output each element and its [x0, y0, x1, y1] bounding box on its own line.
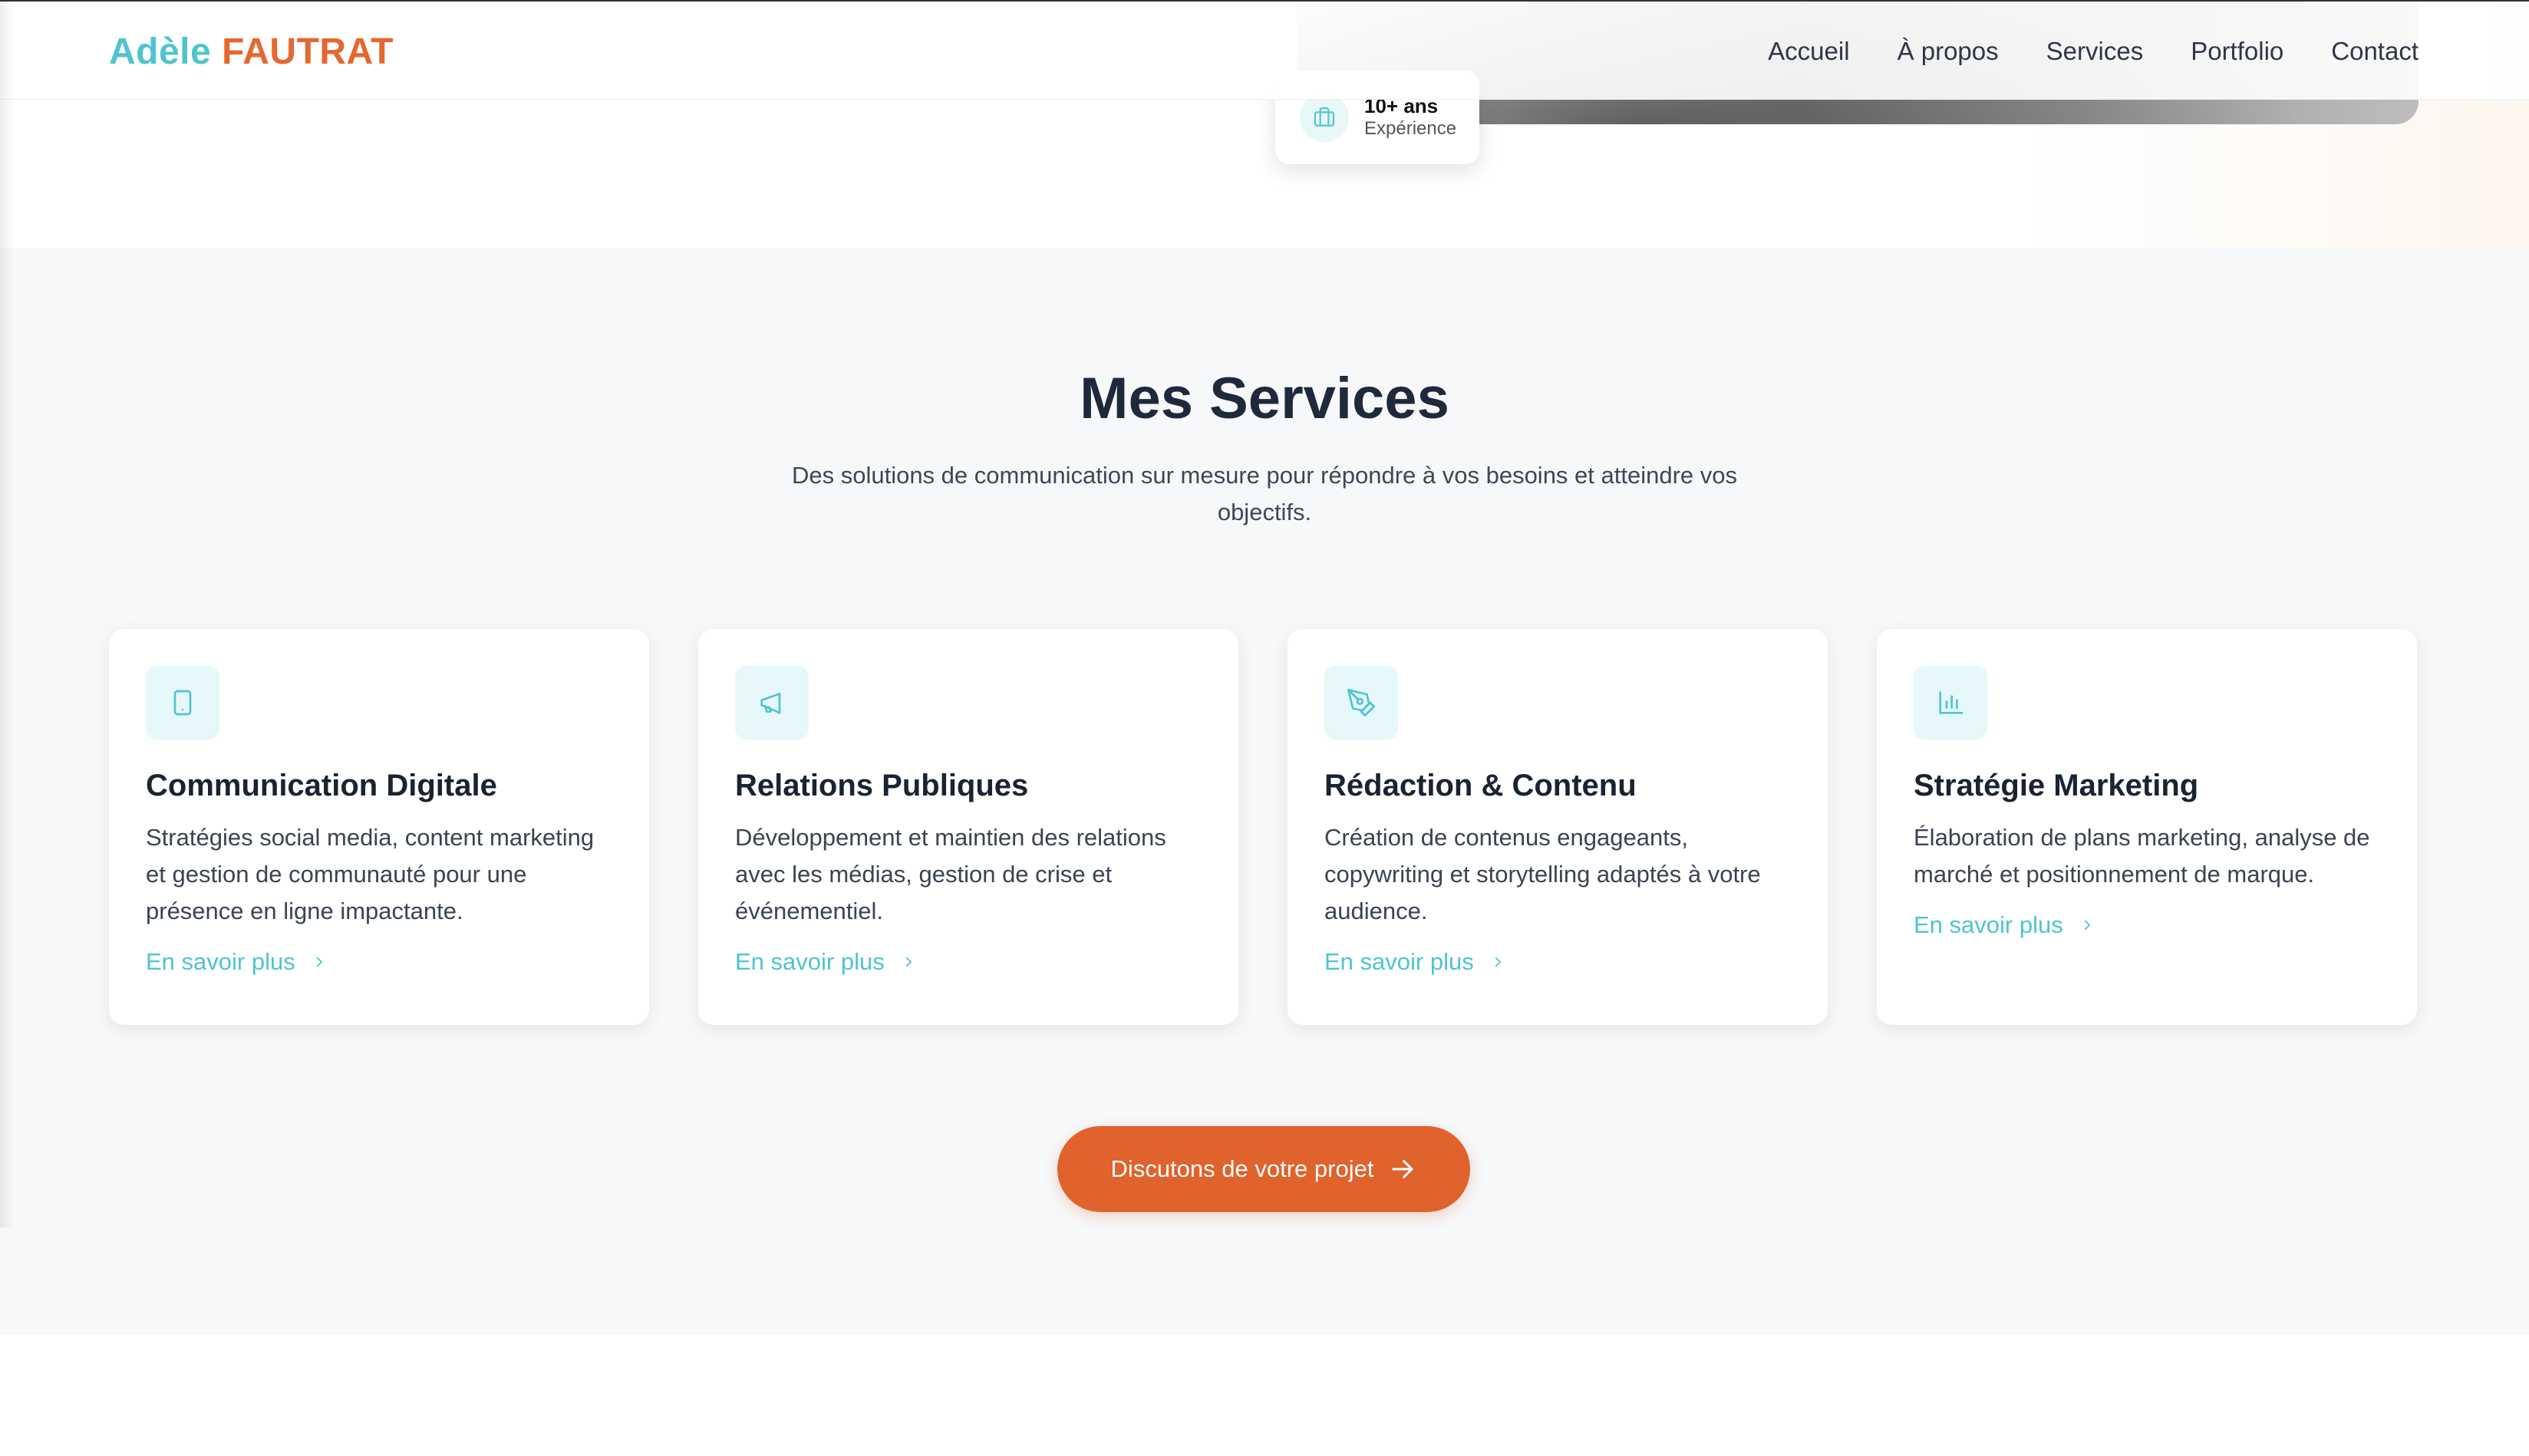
- card-learn-more-link[interactable]: En savoir plus: [1324, 948, 1505, 976]
- bar-chart-icon: [1914, 666, 1987, 740]
- nav-link-a-propos[interactable]: À propos: [1898, 37, 1999, 66]
- card-description: Développement et maintien des relations …: [735, 824, 1166, 924]
- card-title: Stratégie Marketing: [1914, 769, 2199, 802]
- card-learn-more-link[interactable]: En savoir plus: [735, 948, 915, 976]
- arrow-right-icon: [1392, 1160, 1413, 1178]
- nav-link-portfolio[interactable]: Portfolio: [2191, 37, 2283, 66]
- site-logo[interactable]: Adèle FAUTRAT: [109, 31, 394, 73]
- service-card-strategie-marketing: Stratégie Marketing Élaboration de plans…: [1877, 629, 2417, 1025]
- card-link-label: En savoir plus: [1324, 948, 1474, 975]
- main-nav: Accueil À propos Services Portfolio Cont…: [1768, 37, 2419, 66]
- service-cards: Communication Digitale Stratégies social…: [109, 629, 2417, 1025]
- card-description: Création de contenus engageants, copywri…: [1324, 824, 1761, 924]
- megaphone-icon: [735, 666, 809, 740]
- chevron-right-icon: [316, 957, 322, 967]
- logo-first-name: Adèle: [109, 31, 212, 72]
- service-card-relations-publiques: Relations Publiques Développement et mai…: [698, 629, 1238, 1025]
- services-section: Mes Services Des solutions de communicat…: [0, 249, 2529, 1335]
- service-card-communication-digitale: Communication Digitale Stratégies social…: [109, 629, 649, 1025]
- card-learn-more-link[interactable]: En savoir plus: [146, 948, 326, 976]
- card-title: Communication Digitale: [146, 769, 497, 802]
- nav-link-accueil[interactable]: Accueil: [1768, 37, 1849, 66]
- window-edge-shadow: [0, 0, 14, 1227]
- card-link-label: En savoir plus: [146, 948, 295, 975]
- section-title: Mes Services: [1080, 366, 1449, 431]
- section-subtitle: Des solutions de communication sur mesur…: [791, 462, 1738, 525]
- nav-link-contact[interactable]: Contact: [2331, 37, 2419, 66]
- card-link-label: En savoir plus: [1914, 911, 2063, 938]
- card-link-label: En savoir plus: [735, 948, 885, 975]
- chevron-right-icon: [2084, 920, 2090, 931]
- card-description: Stratégies social media, content marketi…: [146, 824, 595, 924]
- nav-link-services[interactable]: Services: [2046, 37, 2144, 66]
- pen-nib-icon: [1324, 666, 1398, 740]
- top-navbar: Adèle FAUTRAT Accueil À propos Services …: [0, 0, 2529, 100]
- service-card-redaction-contenu: Rédaction & Contenu Création de contenus…: [1288, 629, 1828, 1025]
- stat-label: Expérience: [1364, 118, 1457, 139]
- discuss-project-button[interactable]: Discutons de votre projet: [1057, 1126, 1470, 1212]
- chevron-right-icon: [905, 957, 912, 967]
- cta-label: Discutons de votre projet: [1110, 1155, 1374, 1182]
- card-title: Rédaction & Contenu: [1324, 769, 1637, 802]
- tablet-icon: [146, 666, 219, 740]
- card-learn-more-link[interactable]: En savoir plus: [1914, 911, 2094, 939]
- briefcase-icon: [1300, 93, 1349, 142]
- chevron-right-icon: [1495, 957, 1501, 967]
- card-description: Élaboration de plans marketing, analyse …: [1914, 824, 2370, 888]
- logo-last-name: FAUTRAT: [222, 31, 394, 72]
- card-title: Relations Publiques: [735, 769, 1029, 802]
